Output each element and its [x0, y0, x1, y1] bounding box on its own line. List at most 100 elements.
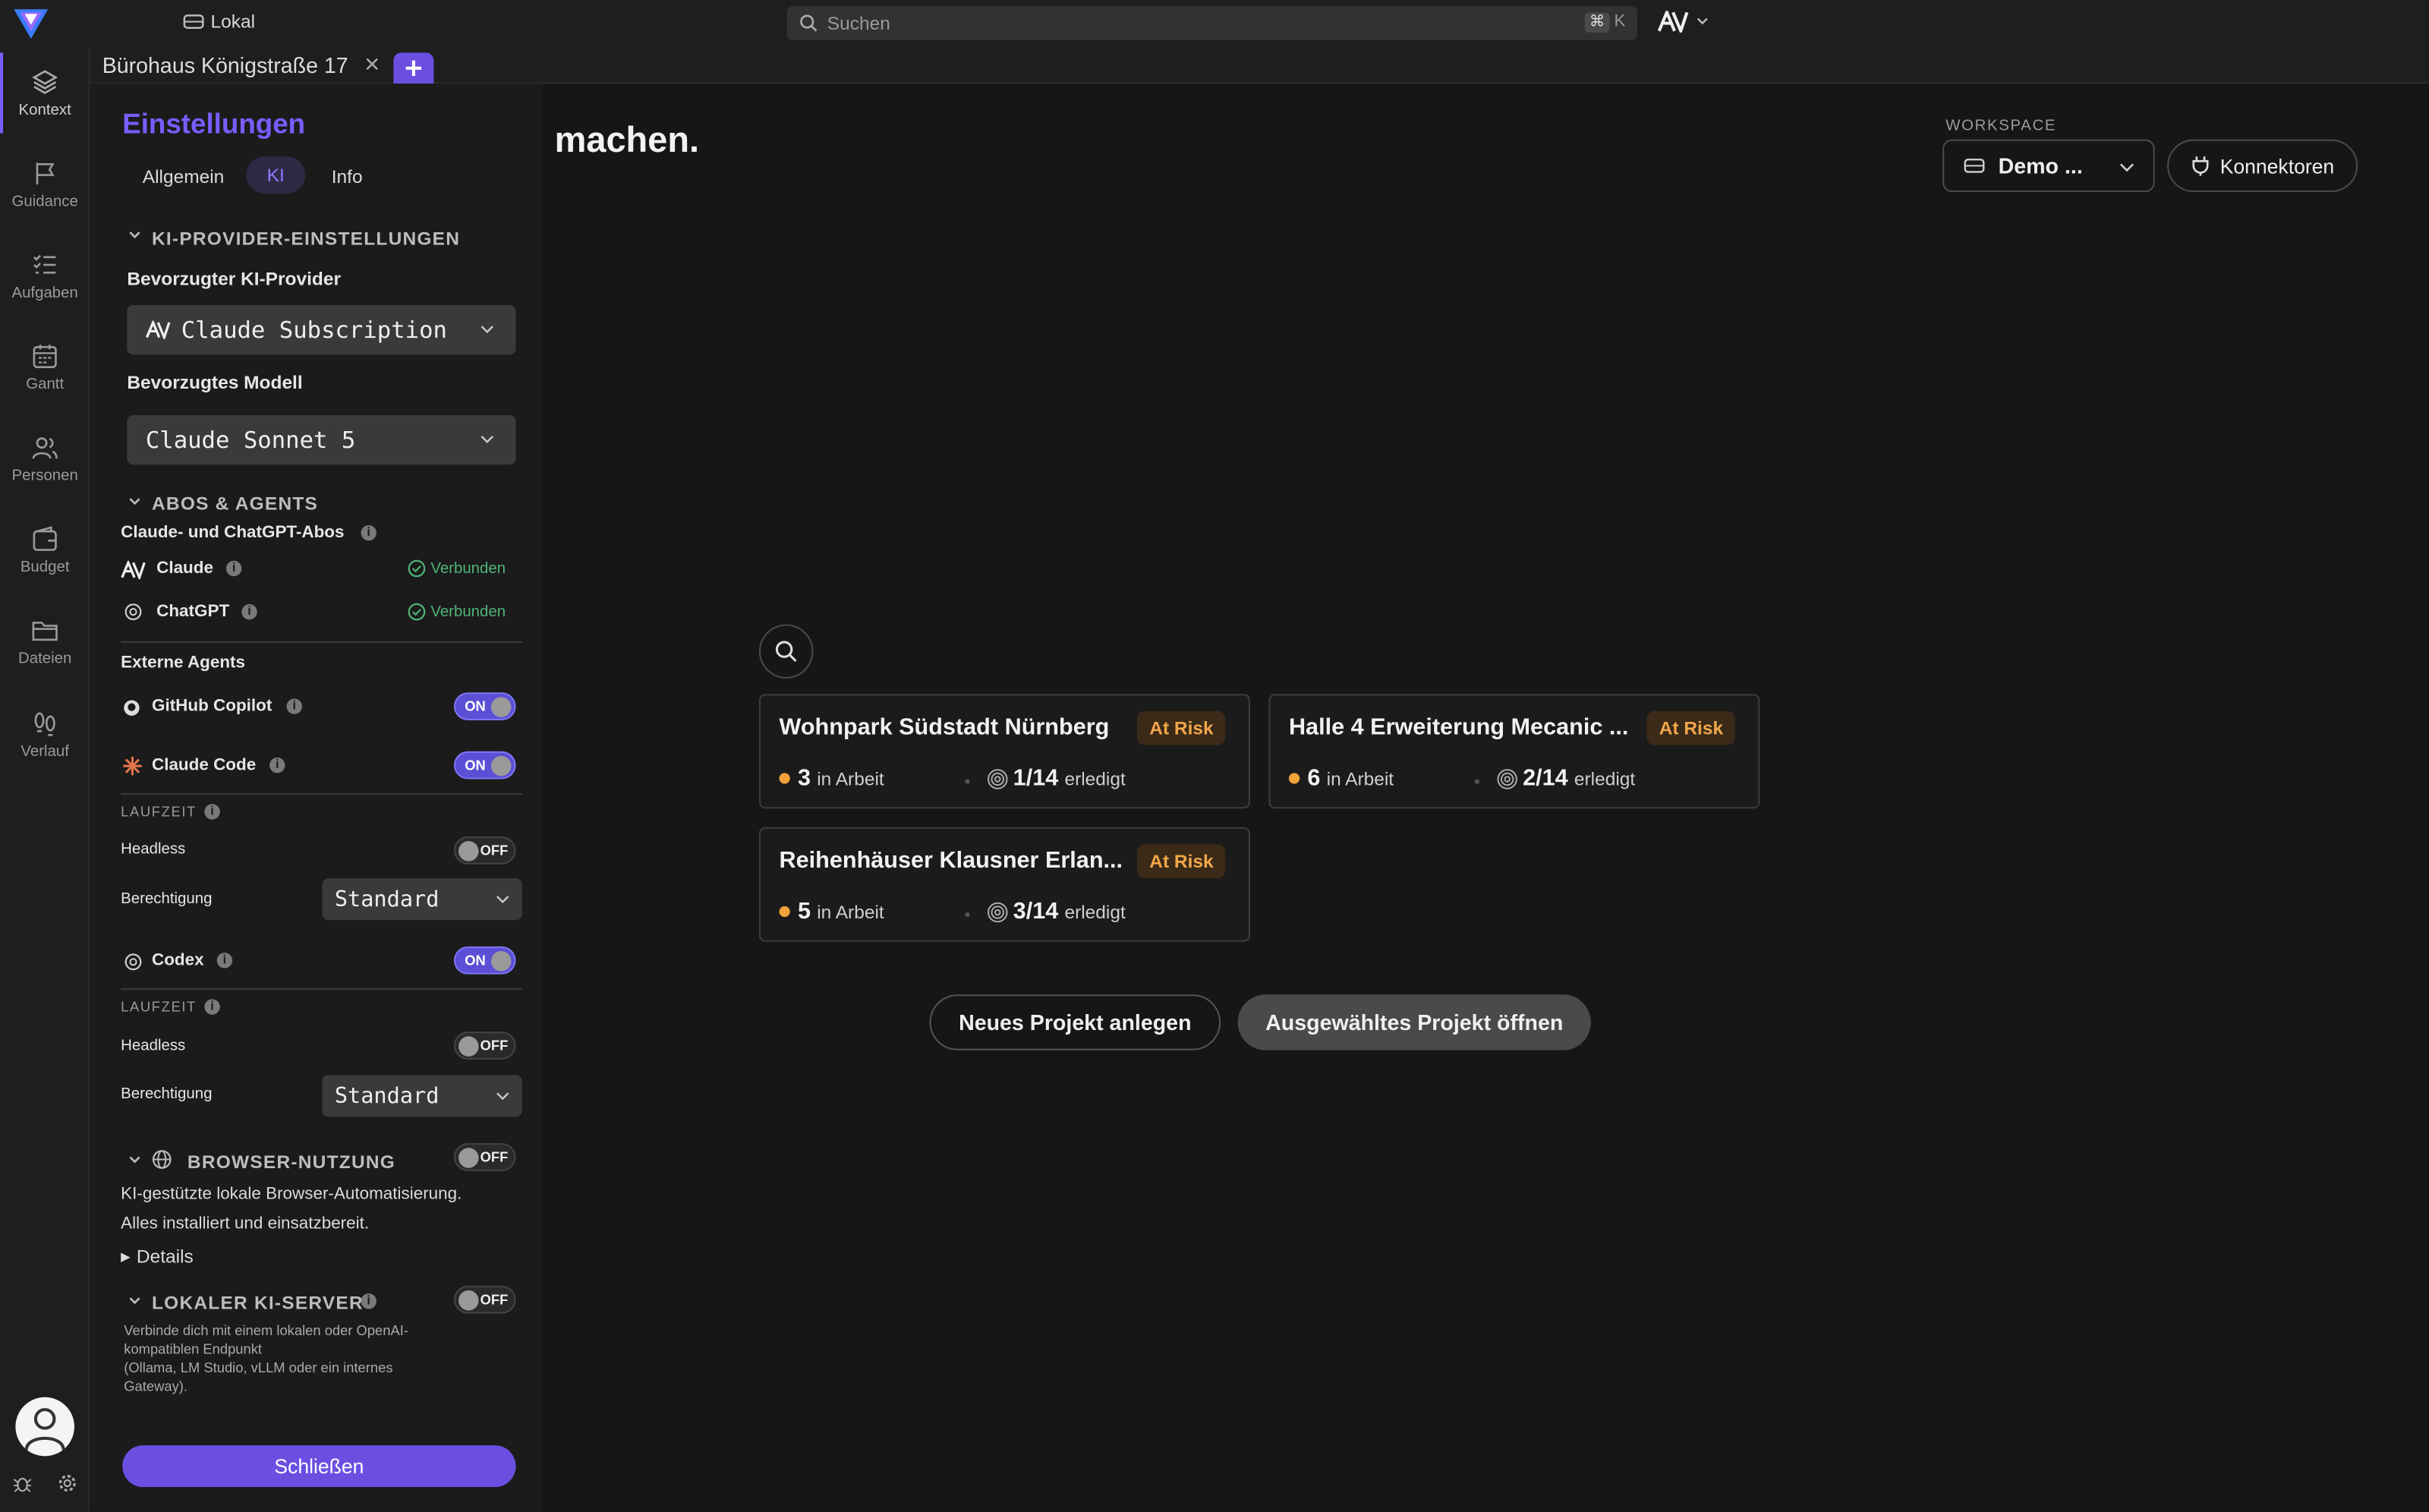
browser-toggle[interactable]: OFF	[453, 1143, 516, 1171]
project-card[interactable]: Wohnpark Südstadt Nürnberg At Risk 3 in A…	[758, 694, 1250, 809]
abos-section-title[interactable]: ABOS & AGENTS	[152, 493, 318, 515]
done-count: 2/14	[1523, 765, 1568, 792]
separator-dot	[965, 779, 970, 784]
project-card[interactable]: Reihenhäuser Klausner Erlan... At Risk 5…	[758, 827, 1250, 942]
details-disclosure[interactable]: ▶ Details	[121, 1246, 194, 1268]
nav-budget[interactable]: Budget	[0, 506, 90, 593]
close-settings-button[interactable]: Schließen	[122, 1445, 516, 1488]
info-icon[interactable]: i	[216, 953, 233, 969]
tab-ki[interactable]: KI	[246, 156, 306, 194]
search-icon	[800, 14, 818, 32]
in-progress-label: in Arbeit	[817, 768, 884, 790]
chatgpt-status-label: Verbunden	[430, 603, 506, 621]
browser-section-title[interactable]: BROWSER-NUTZUNG	[187, 1151, 395, 1173]
in-progress-count: 5	[798, 898, 811, 925]
workspace-label: WORKSPACE	[1945, 118, 2057, 135]
headless-label: Headless	[121, 841, 186, 858]
tab-info[interactable]: Info	[332, 165, 363, 187]
info-icon[interactable]: i	[269, 757, 285, 773]
location-label: Lokal	[210, 11, 256, 33]
anthropic-icon	[121, 560, 146, 580]
project-search-button[interactable]	[758, 624, 814, 679]
divider	[121, 792, 522, 795]
codex-toggle[interactable]: ON	[453, 946, 516, 975]
gear-icon[interactable]	[58, 1473, 78, 1494]
project-card[interactable]: Halle 4 Erweiterung Mecanic ... At Risk …	[1268, 694, 1760, 809]
new-project-button[interactable]: Neues Projekt anlegen	[929, 994, 1221, 1051]
nav-guidance[interactable]: Guidance	[0, 141, 90, 228]
openai-icon	[124, 953, 142, 971]
claude-code-toggle[interactable]: ON	[453, 751, 516, 780]
runtime-label: LAUFZEIT	[121, 999, 197, 1015]
runtime-label: LAUFZEIT	[121, 804, 197, 820]
connectors-button[interactable]: Konnektoren	[2167, 139, 2358, 193]
footsteps-icon	[34, 711, 55, 736]
info-icon[interactable]: i	[361, 1293, 376, 1309]
shortcut-key: K	[1614, 12, 1626, 31]
preferred-model-label: Bevorzugtes Modell	[127, 371, 303, 394]
nav-verlauf[interactable]: Verlauf	[0, 691, 90, 777]
app-logo[interactable]	[12, 6, 49, 40]
nav-aufgaben[interactable]: Aufgaben	[0, 232, 90, 319]
info-icon[interactable]: i	[286, 698, 302, 714]
toggle-label: OFF	[480, 1292, 509, 1308]
chevron-down-icon[interactable]	[127, 1154, 142, 1166]
local-server-toggle[interactable]: OFF	[453, 1285, 516, 1314]
model-select-value: Claude Sonnet 5	[145, 426, 356, 454]
info-icon[interactable]: i	[225, 560, 242, 577]
bug-icon[interactable]	[12, 1473, 33, 1494]
local-server-section-title[interactable]: LOKALER KI-SERVER	[152, 1292, 364, 1314]
info-icon[interactable]: i	[361, 524, 376, 541]
add-tab-button[interactable]	[393, 52, 434, 84]
provider-section-title[interactable]: KI-PROVIDER-EINSTELLUNGEN	[152, 228, 460, 250]
nav-dateien[interactable]: Dateien	[0, 598, 90, 685]
location-indicator[interactable]: Lokal	[183, 11, 255, 33]
divider	[121, 988, 522, 991]
headless-toggle[interactable]: OFF	[453, 836, 516, 865]
close-tab-icon[interactable]: ✕	[364, 52, 380, 77]
info-icon[interactable]: i	[241, 603, 257, 620]
search-bar[interactable]: Suchen ⌘ K	[786, 6, 1638, 41]
provider-menu[interactable]	[1657, 11, 1710, 33]
permission-select[interactable]: Standard	[322, 1075, 522, 1117]
project-name: Reihenhäuser Klausner Erlan...	[779, 847, 1123, 874]
chevron-down-icon[interactable]	[127, 229, 142, 241]
browser-description: Alles installiert und einsatzbereit.	[121, 1214, 370, 1233]
nav-personen[interactable]: Personen	[0, 415, 90, 502]
done-count: 1/14	[1013, 765, 1059, 792]
globe-icon	[152, 1150, 172, 1169]
done-stat: 1/14 erledigt	[1013, 765, 1126, 792]
check-circle-icon	[408, 559, 426, 578]
flag-icon	[36, 162, 55, 184]
permission-label: Berechtigung	[121, 890, 213, 908]
status-badge: At Risk	[1136, 710, 1226, 745]
nav-label: Guidance	[11, 193, 78, 210]
tab-allgemein[interactable]: Allgemein	[143, 165, 225, 187]
headless-toggle[interactable]: OFF	[453, 1032, 516, 1060]
claude-status: Verbunden	[408, 559, 506, 578]
chatgpt-label: ChatGPT	[156, 602, 230, 622]
provider-select[interactable]: Claude Subscription	[127, 305, 516, 355]
local-server-description: Gateway).	[124, 1378, 187, 1394]
connectors-label: Konnektoren	[2219, 154, 2335, 178]
local-server-description: Verbinde dich mit einem lokalen oder Ope…	[124, 1322, 408, 1339]
model-select[interactable]: Claude Sonnet 5	[127, 414, 516, 465]
user-avatar[interactable]	[15, 1397, 74, 1457]
chevron-down-icon[interactable]	[127, 1295, 142, 1307]
copilot-toggle[interactable]: ON	[453, 692, 516, 720]
anthropic-icon	[1657, 11, 1689, 33]
project-tab[interactable]: Bürohaus Königstraße 17 ✕	[102, 52, 381, 77]
chevron-down-icon	[480, 436, 494, 443]
chevron-down-icon[interactable]	[127, 496, 142, 508]
info-icon[interactable]: i	[204, 804, 220, 820]
nav-label: Dateien	[18, 650, 72, 667]
workspace-select[interactable]: Demo ...	[1942, 139, 2155, 193]
open-project-button[interactable]: Ausgewähltes Projekt öffnen	[1237, 994, 1591, 1051]
nav-gantt[interactable]: Gantt	[0, 324, 90, 411]
permission-select[interactable]: Standard	[322, 878, 522, 921]
claude-status-label: Verbunden	[430, 559, 506, 578]
info-icon[interactable]: i	[204, 999, 220, 1015]
nav-kontext[interactable]: Kontext	[0, 49, 90, 136]
provider-select-value: Claude Subscription	[181, 316, 447, 345]
nav-label: Personen	[11, 467, 78, 484]
